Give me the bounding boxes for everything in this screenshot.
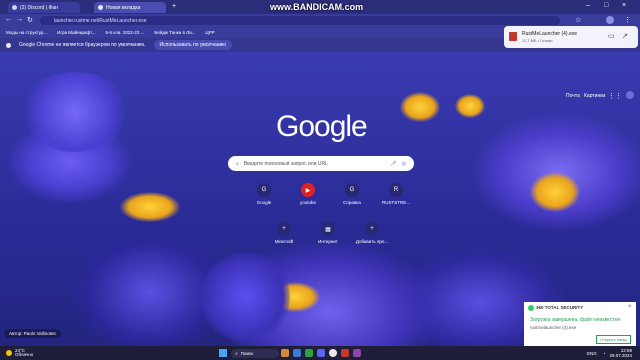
external-open-icon[interactable]: ↗: [622, 32, 628, 40]
weather-text: Облачно: [15, 352, 34, 357]
flower-yellow-spot: [455, 94, 485, 118]
search-placeholder: Введите поисковый запрос или URL: [243, 160, 328, 167]
app-icon[interactable]: [305, 349, 314, 357]
tab-discord[interactable]: (2) Discord | Фан: [8, 2, 80, 13]
bookmark-item[interactable]: Моды на структур...: [6, 30, 47, 35]
taskbar-search-label: Поиск: [240, 350, 254, 356]
shortcut-label: RUSTSTRE...: [381, 200, 410, 205]
new-tab-plus-icon[interactable]: +: [172, 3, 176, 10]
file-icon: [509, 32, 517, 41]
star-icon[interactable]: ☆: [575, 16, 581, 24]
search-box[interactable]: ⌕ Введите поисковый запрос или URL 🎤︎ ◎: [228, 156, 414, 171]
shortcut-tile[interactable]: R RUSTSTRE...: [374, 183, 418, 205]
flower-petal: [200, 252, 290, 342]
url-text: launcher.rustme.net/RustMeLauncher.exe: [54, 17, 147, 24]
youtube-icon: ▶: [301, 183, 315, 197]
tab-label: Новая вкладка: [106, 4, 141, 11]
shortcut-label: Minecraft: [274, 239, 294, 244]
use-default-button[interactable]: Использовать по умолчанию: [153, 40, 233, 50]
chrome-icon: [6, 42, 11, 48]
mic-icon[interactable]: 🎤︎: [390, 161, 396, 167]
bookmark-item[interactable]: Игра Майнкрафт...: [57, 30, 95, 35]
app-icon[interactable]: [353, 349, 362, 357]
flower-petal: [20, 72, 130, 152]
add-shortcut-button[interactable]: + Добавить ярл...: [350, 222, 394, 244]
bookmark-item[interactable]: 5-6 кла. 2022-23 ...: [105, 30, 144, 35]
internet-icon: ▦: [321, 222, 335, 236]
flower-yellow-spot: [530, 172, 580, 212]
wallpaper-author[interactable]: Автор: Paolo Vallinotes: [4, 329, 61, 338]
shortcuts-row: + Minecraft ▦ Интернет + Добавить ярл...: [262, 222, 394, 244]
shortcut-tile[interactable]: ▦ Интернет: [306, 222, 350, 244]
toast-message: Загрузка завершена, файл неизвестен: [530, 317, 621, 323]
account-avatar[interactable]: [626, 91, 634, 99]
file-explorer-icon[interactable]: [293, 349, 302, 357]
shortcut-tile[interactable]: ▶ youtube: [286, 183, 330, 205]
clock[interactable]: 12:59 29.07.2024: [609, 348, 632, 358]
forward-icon[interactable]: →: [16, 16, 23, 23]
tab-new-tab[interactable]: Новая вкладка: [94, 2, 166, 13]
shortcut-label: Добавить ярл...: [355, 239, 389, 244]
shortcut-label: Google: [256, 200, 272, 205]
images-link[interactable]: Картинки: [584, 93, 605, 99]
discord-icon: [12, 5, 17, 10]
bookmark-item[interactable]: ЦРР: [205, 30, 214, 35]
language-indicator[interactable]: ENG: [587, 351, 597, 356]
shortcut-label: youtube: [299, 200, 316, 205]
discord-icon[interactable]: [317, 349, 326, 357]
url-field[interactable]: launcher.rustme.net/RustMeLauncher.exe: [40, 16, 560, 25]
weather-widget[interactable]: 24°C Облачно: [15, 348, 34, 357]
download-status: 11,7 МБ • Готово: [522, 38, 553, 43]
shortcut-label: Справка: [343, 200, 361, 205]
shortcuts-row: G Google ▶ youtube G Справка R RUSTSTRE...: [242, 183, 418, 205]
apps-grid-icon[interactable]: ⋮⋮: [608, 92, 622, 100]
taskbar-search[interactable]: ⌕ Поиск: [231, 348, 280, 358]
back-icon[interactable]: ←: [5, 16, 12, 23]
task-view-icon[interactable]: [281, 349, 290, 357]
download-popup: RustMeLauncher (4).exe 11,7 МБ • Готово …: [504, 26, 638, 48]
open-folder-icon[interactable]: ▭: [608, 32, 615, 40]
bandicam-icon[interactable]: [341, 349, 350, 357]
reload-icon[interactable]: ↻: [27, 16, 33, 24]
maximize-icon[interactable]: □: [604, 2, 608, 9]
tab-label: (2) Discord | Фан: [20, 4, 58, 11]
security-toast: 360 TOTAL SECURITY × Загрузка завершена,…: [524, 302, 636, 346]
shield-icon: [528, 305, 534, 311]
wifi-icon[interactable]: ◔: [603, 351, 606, 356]
rust-icon: R: [389, 183, 403, 197]
chrome-icon[interactable]: [329, 349, 338, 357]
windows-start-icon[interactable]: [219, 349, 228, 357]
close-icon[interactable]: ×: [622, 2, 626, 9]
clock-date: 29.07.2024: [609, 353, 632, 358]
bookmark-item[interactable]: Бейдж Танки в Ла...: [154, 30, 195, 35]
infobar-message: Google Chrome не является браузером по у…: [19, 42, 146, 48]
chrome-icon: [98, 5, 103, 10]
close-icon[interactable]: ×: [628, 304, 632, 310]
bandicam-watermark: www.BANDICAM.com: [270, 2, 364, 12]
toast-file: rustmelauncher (4).exe: [530, 325, 577, 330]
toast-title: 360 TOTAL SECURITY: [536, 305, 584, 310]
download-filename[interactable]: RustMeLauncher (4).exe: [522, 31, 577, 37]
shortcut-label: Интернет: [318, 239, 338, 244]
gmail-link[interactable]: Почта: [566, 93, 580, 99]
flower-yellow-spot: [400, 92, 440, 122]
shortcut-tile[interactable]: G Google: [242, 183, 286, 205]
google-logo: Google: [276, 110, 368, 143]
google-icon: G: [257, 183, 271, 197]
flower-yellow-spot: [120, 192, 180, 222]
search-icon: ⌕: [235, 350, 238, 356]
shortcut-tile[interactable]: + Minecraft: [262, 222, 306, 244]
weather-icon: [6, 350, 12, 356]
menu-icon[interactable]: ⋮: [624, 16, 631, 24]
plus-icon: +: [277, 222, 291, 236]
minimize-icon[interactable]: –: [586, 2, 590, 9]
shortcut-tile[interactable]: G Справка: [330, 183, 374, 205]
google-icon: G: [345, 183, 359, 197]
plus-icon: +: [365, 222, 379, 236]
avatar[interactable]: [606, 16, 614, 24]
lens-icon[interactable]: ◎: [402, 161, 406, 167]
open-folder-button[interactable]: Открыть папку: [596, 335, 632, 344]
search-icon: ⌕: [236, 160, 239, 167]
taskbar: 24°C Облачно ⌕ Поиск ENG ◔ 12:59 29.07.2…: [0, 346, 640, 360]
